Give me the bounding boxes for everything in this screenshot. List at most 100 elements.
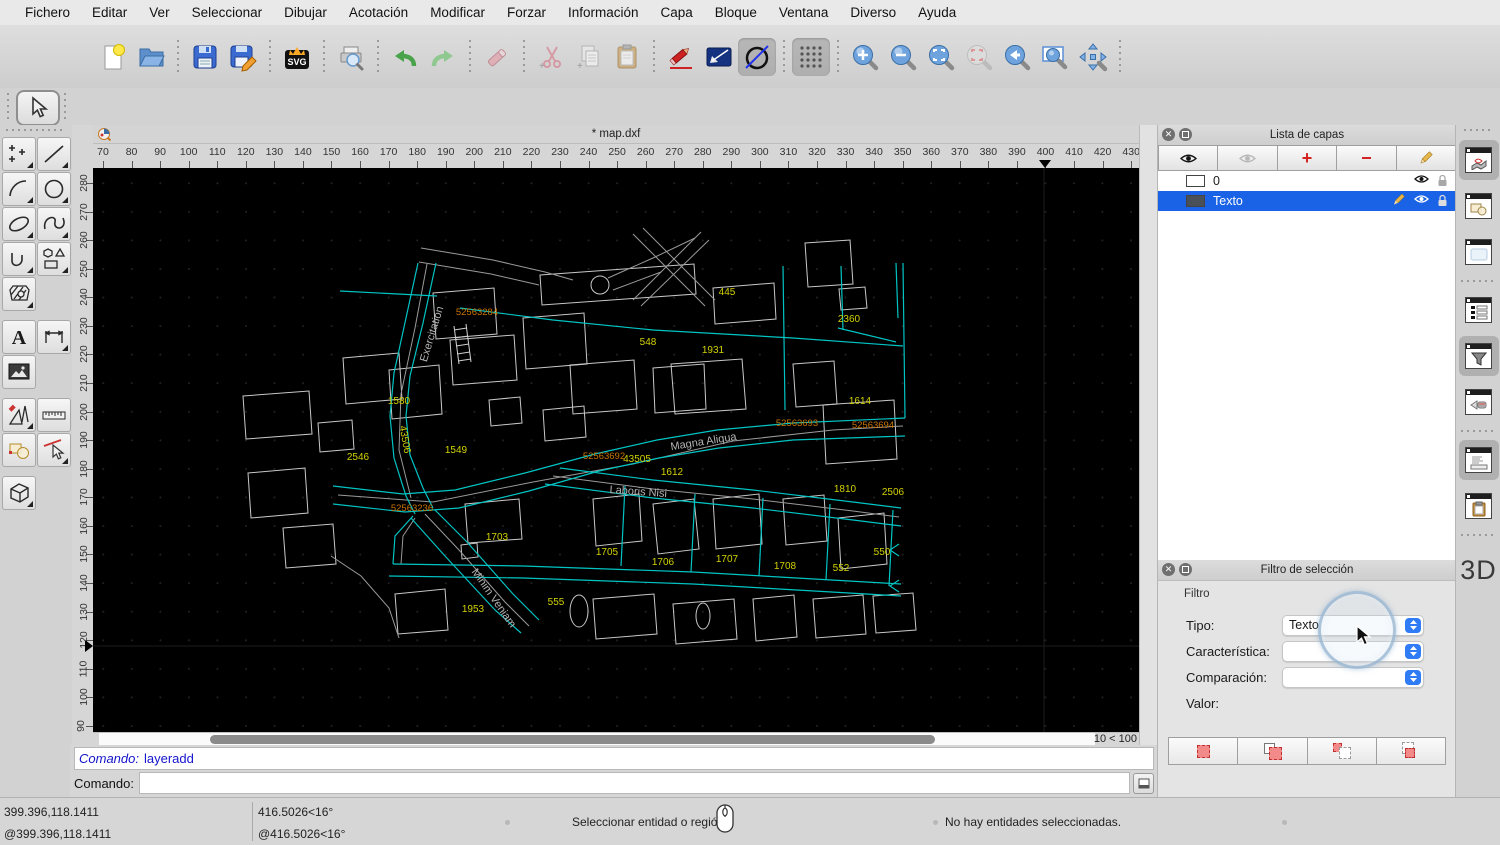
copy-button[interactable]: +	[570, 38, 608, 76]
scrollbar-thumb[interactable]	[210, 735, 935, 744]
text-tool-button[interactable]: A	[2, 320, 36, 354]
filter-combo-comparación[interactable]	[1282, 666, 1424, 688]
line-angle-button[interactable]	[700, 38, 738, 76]
view-3d-label[interactable]: 3D	[1460, 555, 1497, 586]
drawing-canvas[interactable]: 445 2360 548 1931 1614 1580 2546 1549 43505 1612 1…	[93, 168, 1139, 732]
menu-item-forzar[interactable]: Forzar	[496, 0, 557, 25]
show-all-layers-button[interactable]	[1158, 145, 1219, 171]
menu-item-fichero[interactable]: Fichero	[14, 0, 81, 25]
svg-text:+: +	[539, 61, 545, 72]
menu-item-dibujar[interactable]: Dibujar	[273, 0, 338, 25]
zoom-in-button[interactable]	[846, 38, 884, 76]
ruler-tick	[417, 161, 419, 168]
undo-button[interactable]	[386, 38, 424, 76]
line-tool-button[interactable]	[37, 137, 71, 171]
menu-item-seleccionar[interactable]: Seleccionar	[181, 0, 274, 25]
edit-layer-button[interactable]	[1396, 145, 1457, 171]
construction-toggle-button[interactable]	[738, 37, 776, 76]
selection-tool-button[interactable]	[16, 90, 60, 126]
menu-item-ayuda[interactable]: Ayuda	[907, 0, 967, 25]
add-to-selection-button[interactable]	[1238, 737, 1308, 765]
block-list-dock-button[interactable]	[1459, 186, 1499, 226]
layer-row-0[interactable]: 0	[1158, 171, 1456, 191]
dimension-tool-button[interactable]	[37, 320, 71, 354]
block-edit-button[interactable]	[2, 433, 36, 467]
menu-item-modificar[interactable]: Modificar	[419, 0, 496, 25]
zoom-out-button[interactable]	[884, 38, 922, 76]
save-as-button[interactable]	[224, 38, 262, 76]
projection-window-icon	[1465, 389, 1492, 415]
eye-icon[interactable]	[1414, 174, 1429, 184]
select-all-button[interactable]	[1168, 737, 1239, 765]
menu-item-ver[interactable]: Ver	[138, 0, 180, 25]
menu-item-capa[interactable]: Capa	[650, 0, 704, 25]
new-file-button[interactable]	[94, 38, 132, 76]
layer-list-dock-button[interactable]	[1458, 140, 1499, 180]
circle-tool-button[interactable]	[37, 172, 71, 206]
hide-all-layers-button[interactable]	[1218, 145, 1278, 171]
menu-item-acotación[interactable]: Acotación	[338, 0, 419, 25]
menu-item-editar[interactable]: Editar	[81, 0, 138, 25]
spline-tool-button[interactable]	[37, 207, 71, 241]
pencil-icon[interactable]	[1392, 194, 1405, 207]
lock-icon[interactable]	[1437, 174, 1448, 187]
command-input[interactable]	[138, 772, 1130, 794]
paste-button[interactable]	[608, 38, 646, 76]
image-tool-button[interactable]	[2, 355, 36, 389]
modify-tools-button[interactable]	[2, 398, 36, 432]
cut-button[interactable]: +	[532, 38, 570, 76]
solid-3d-button[interactable]	[2, 476, 36, 510]
pan-button[interactable]	[1074, 38, 1112, 76]
menu-item-diverso[interactable]: Diverso	[839, 0, 907, 25]
command-widget-dock-button[interactable]	[1458, 440, 1499, 480]
zoom-auto-button[interactable]	[922, 38, 960, 76]
lock-icon[interactable]	[1437, 194, 1448, 207]
zoom-previous-button[interactable]	[998, 38, 1036, 76]
action-hint: Seleccionar entidad o región	[572, 815, 725, 829]
open-file-button[interactable]	[132, 38, 170, 76]
shapes-tool-button[interactable]	[37, 242, 71, 276]
remove-from-selection-button[interactable]	[1307, 737, 1377, 765]
menu-item-ventana[interactable]: Ventana	[768, 0, 840, 25]
polyline-tool-button[interactable]	[2, 242, 36, 276]
measure-tool-button[interactable]	[37, 398, 71, 432]
line-icon	[44, 145, 64, 163]
print-preview-button[interactable]	[332, 38, 370, 76]
vertical-scrollbar[interactable]	[1139, 125, 1159, 745]
clipboard-dock-button[interactable]	[1459, 486, 1499, 526]
zoom-window-button[interactable]	[1036, 38, 1074, 76]
grid-toggle-button[interactable]	[792, 37, 830, 76]
draw-pencil-button[interactable]	[662, 38, 700, 76]
property-editor-dock-button[interactable]	[1459, 290, 1499, 330]
detach-icon[interactable]	[1179, 128, 1192, 141]
detach-icon[interactable]	[1179, 563, 1192, 576]
combo-stepper-icon[interactable]	[1405, 669, 1421, 685]
save-button[interactable]	[186, 38, 224, 76]
combo-stepper-icon[interactable]	[1405, 617, 1421, 633]
point-tool-button[interactable]	[2, 137, 36, 171]
ellipse-tool-button[interactable]	[2, 207, 36, 241]
menu-item-bloque[interactable]: Bloque	[704, 0, 768, 25]
command-panel-toggle-button[interactable]	[1133, 772, 1154, 794]
combo-stepper-icon[interactable]	[1405, 643, 1421, 659]
remove-layer-button[interactable]: −	[1337, 145, 1397, 171]
selection-filter-dock-button[interactable]	[1458, 336, 1499, 376]
add-layer-button[interactable]: +	[1277, 145, 1338, 171]
close-icon[interactable]: ✕	[1162, 128, 1175, 141]
intersect-selection-button[interactable]	[1376, 737, 1446, 765]
delete-button[interactable]	[478, 38, 516, 76]
menu-item-información[interactable]: Información	[557, 0, 650, 25]
library-browser-dock-button[interactable]	[1459, 232, 1499, 272]
zoom-selection-button[interactable]	[960, 38, 998, 76]
modify-entity-button[interactable]	[37, 433, 71, 467]
layer-color-swatch[interactable]	[1186, 195, 1205, 207]
eye-icon[interactable]	[1414, 194, 1429, 204]
hatch-tool-button[interactable]	[2, 277, 36, 311]
close-icon[interactable]: ✕	[1162, 563, 1175, 576]
relative-zero-dock-button[interactable]	[1459, 382, 1499, 422]
redo-button[interactable]	[424, 38, 462, 76]
layer-row-texto[interactable]: Texto	[1158, 191, 1456, 211]
svg-export-button[interactable]: SVG	[278, 38, 316, 76]
arc-tool-button[interactable]	[2, 172, 36, 206]
layer-color-swatch[interactable]	[1186, 175, 1205, 187]
